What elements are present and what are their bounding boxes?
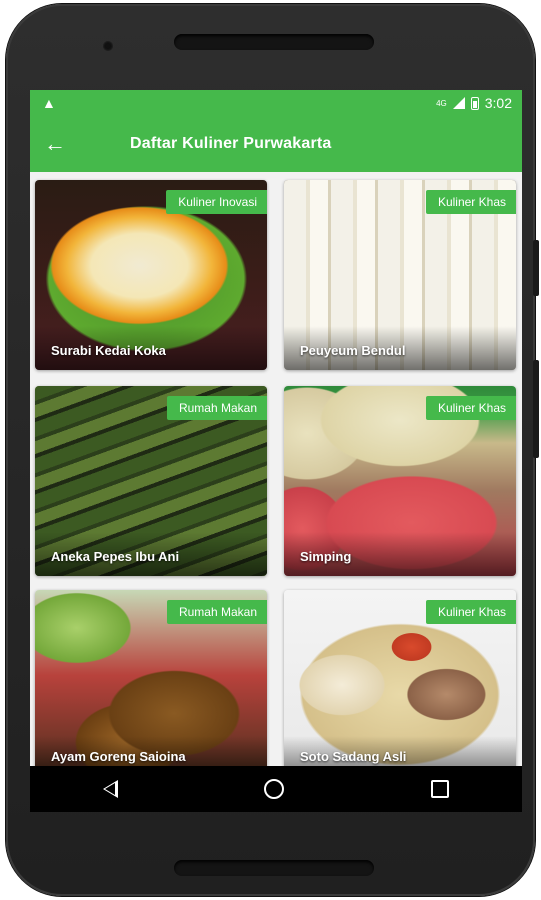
category-tag: Rumah Makan xyxy=(166,396,267,420)
nav-back-icon[interactable] xyxy=(103,780,119,798)
warning-icon: ▲ xyxy=(42,95,56,111)
status-time: 3:02 xyxy=(484,95,512,111)
network-type: 4G xyxy=(436,98,447,108)
culinary-card[interactable]: Kuliner Khas Peuyeum Bendul xyxy=(284,180,516,370)
card-title: Soto Sadang Asli xyxy=(300,749,407,764)
card-title: Peuyeum Bendul xyxy=(300,343,406,358)
arrow-back-icon[interactable]: ← xyxy=(44,133,84,155)
system-nav-bar xyxy=(30,766,522,812)
volume-button xyxy=(533,240,539,296)
category-tag: Kuliner Khas xyxy=(425,190,516,214)
card-title: Surabi Kedai Koka xyxy=(51,343,166,358)
nav-recent-icon[interactable] xyxy=(430,780,449,798)
category-tag: Kuliner Khas xyxy=(425,396,516,420)
signal-icon xyxy=(452,97,465,109)
culinary-card[interactable]: Rumah Makan Ayam Goreng Saioina xyxy=(35,590,267,766)
card-title: Simping xyxy=(300,549,352,564)
phone-frame: ▲ 4G 3:02 ← Daftar Kuliner Purwakarta Ku… xyxy=(6,4,539,896)
nav-home-icon[interactable] xyxy=(264,779,285,799)
category-tag: Kuliner Inovasi xyxy=(166,190,267,214)
battery-icon xyxy=(470,96,479,110)
front-camera xyxy=(103,41,113,51)
culinary-grid: Kuliner Inovasi Surabi Kedai Koka Kuline… xyxy=(30,172,522,766)
card-title: Ayam Goreng Saioina xyxy=(51,749,186,764)
category-tag: Kuliner Khas xyxy=(425,600,516,624)
power-button xyxy=(533,360,539,458)
card-title: Aneka Pepes Ibu Ani xyxy=(51,549,180,564)
page-title: Daftar Kuliner Purwakarta xyxy=(130,135,332,152)
status-bar: ▲ 4G 3:02 xyxy=(30,90,522,116)
category-tag: Rumah Makan xyxy=(166,600,267,624)
culinary-card[interactable]: Rumah Makan Aneka Pepes Ibu Ani xyxy=(35,386,267,576)
app-screen: ▲ 4G 3:02 ← Daftar Kuliner Purwakarta Ku… xyxy=(30,90,522,812)
culinary-card[interactable]: Kuliner Khas Simping xyxy=(284,386,516,576)
culinary-card[interactable]: Kuliner Khas Soto Sadang Asli xyxy=(284,590,516,766)
earpiece-speaker xyxy=(174,34,374,50)
app-bar: ← Daftar Kuliner Purwakarta xyxy=(30,116,522,172)
culinary-card[interactable]: Kuliner Inovasi Surabi Kedai Koka xyxy=(35,180,267,370)
bottom-speaker xyxy=(174,860,374,876)
